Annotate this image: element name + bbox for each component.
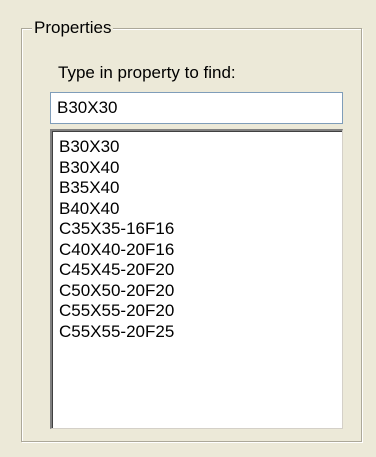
list-item[interactable]: B30X40 [59, 158, 342, 179]
property-search-input[interactable] [50, 92, 343, 124]
list-item[interactable]: C45X45-20F20 [59, 260, 342, 281]
list-item[interactable]: C40X40-20F16 [59, 240, 342, 261]
groupbox-title: Properties [32, 18, 114, 38]
list-item[interactable]: C35X35-16F16 [59, 219, 342, 240]
list-item[interactable]: C55X55-20F25 [59, 322, 342, 343]
properties-panel: Properties Type in property to find: B30… [0, 0, 376, 457]
list-item[interactable]: B35X40 [59, 178, 342, 199]
list-item[interactable]: C55X55-20F20 [59, 301, 342, 322]
list-item[interactable]: C50X50-20F20 [59, 281, 342, 302]
list-item[interactable]: B30X30 [59, 137, 342, 158]
property-list: B30X30 B30X40 B35X40 B40X40 C35X35-16F16… [52, 131, 342, 342]
list-item[interactable]: B40X40 [59, 199, 342, 220]
search-prompt-label: Type in property to find: [58, 63, 236, 82]
property-listbox[interactable]: B30X30 B30X40 B35X40 B40X40 C35X35-16F16… [50, 129, 343, 429]
